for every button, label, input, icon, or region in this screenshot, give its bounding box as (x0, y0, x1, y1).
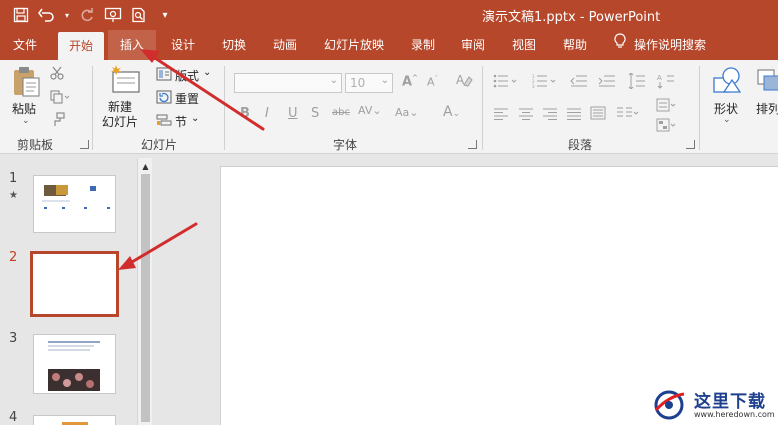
watermark: 这里下载 www.heredown.com (652, 386, 778, 425)
watermark-name: 这里下载 (694, 392, 766, 412)
site-logo-icon (652, 388, 686, 422)
watermark-url: www.heredown.com (694, 410, 775, 419)
annotation-arrows (118, 49, 265, 270)
